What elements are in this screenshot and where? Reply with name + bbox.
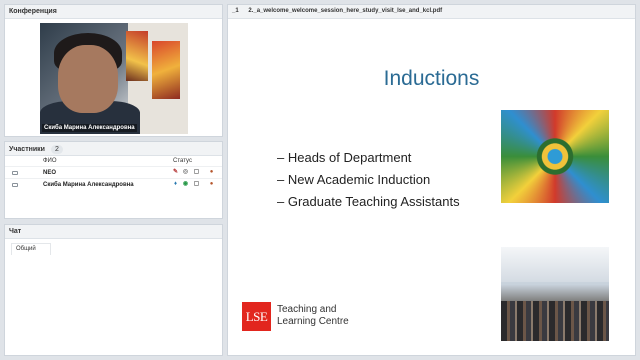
participants-count-badge: 2 (50, 145, 63, 154)
slide-bullet-list: – Heads of Department – New Academic Ind… (277, 147, 460, 213)
microphone-icon[interactable]: ♦ (172, 181, 179, 188)
wall-painting (152, 41, 180, 99)
participant-row[interactable]: Скиба Марина Александровна ♦ ◉ ▢ ● (5, 178, 222, 190)
participant-name: Скиба Марина Александровна (43, 182, 134, 188)
conference-panel: Конференция Скиба Марина Александровна (4, 4, 223, 137)
bullet-item: – New Academic Induction (277, 172, 431, 187)
slide-title: Inductions (383, 67, 480, 90)
chat-tab-general[interactable]: Общий (11, 243, 51, 255)
camera-off-icon[interactable]: ◎ (182, 169, 189, 176)
bullet-item: – Heads of Department (277, 150, 412, 165)
column-header-name[interactable]: ФИО (43, 158, 57, 164)
chat-panel: Чат Общий (4, 224, 223, 356)
document-filename: 2._a_welcome_welcome_session_here_study_… (248, 8, 443, 14)
logo-caption-line2: Learning Centre (277, 316, 349, 327)
logo-caption: Teaching and Learning Centre (277, 304, 349, 328)
lse-logo: LSE (242, 302, 271, 331)
user-role-icon: ● (209, 169, 214, 175)
wall-painting (126, 31, 148, 81)
participant-row[interactable]: NEO ✎ ◎ ▢ ● (5, 166, 222, 178)
user-icon (12, 183, 18, 187)
chat-icon[interactable]: ▢ (193, 181, 200, 188)
page-number: _1 (232, 8, 239, 14)
video-participant-name: Скиба Марина Александровна (42, 124, 137, 132)
user-icon (12, 171, 18, 175)
bullet-item: – Graduate Teaching Assistants (277, 194, 460, 209)
document-viewer: _1 2._a_welcome_welcome_session_here_stu… (227, 4, 636, 356)
column-header-status[interactable]: Статус (173, 158, 192, 164)
participants-header: Участники 2 (5, 142, 222, 156)
chat-icon[interactable]: ▢ (193, 169, 200, 176)
kaleidoscope-image (501, 110, 609, 203)
participants-panel: Участники 2 ФИО Статус NEO ✎ ◎ ▢ ● Скиба… (4, 141, 223, 219)
classroom-photo (501, 247, 609, 341)
logo-caption-line1: Teaching and (277, 304, 337, 315)
video-feed[interactable]: Скиба Марина Александровна (40, 23, 188, 134)
conference-title: Конференция (5, 5, 222, 19)
participants-title: Участники (9, 146, 45, 153)
participant-name: NEO (43, 170, 57, 176)
microphone-off-icon[interactable]: ✎ (172, 169, 179, 176)
document-header: _1 2._a_welcome_welcome_session_here_stu… (228, 5, 635, 19)
user-role-icon: ● (209, 181, 214, 187)
participants-column-headers: ФИО Статус (5, 156, 222, 166)
chat-title: Чат (5, 225, 222, 239)
camera-icon[interactable]: ◉ (182, 181, 189, 188)
presentation-slide: Inductions – Heads of Department – New A… (229, 21, 634, 355)
